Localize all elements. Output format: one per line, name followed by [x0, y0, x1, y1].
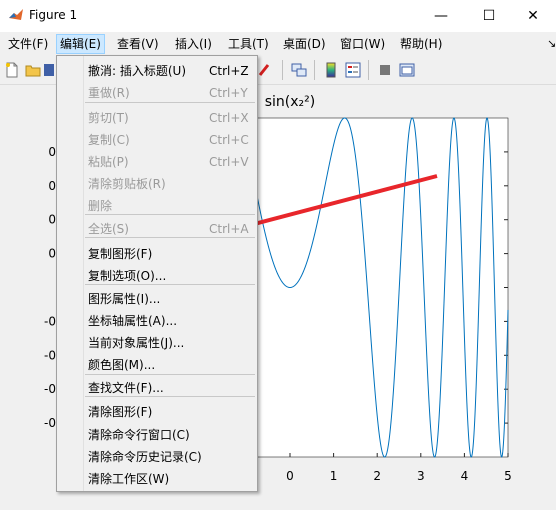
menu-item-label: 颜色图(M)...	[88, 358, 156, 372]
menu-item-label: 清除命令历史记录(C)	[88, 450, 202, 464]
new-file-icon[interactable]	[3, 61, 21, 79]
y-tick-label: 0	[48, 213, 56, 227]
menu-item[interactable]: 清除图形(F)	[57, 401, 257, 423]
menu-edit[interactable]: 编辑(E)	[56, 34, 105, 54]
menu-item-label: 粘贴(P)	[88, 155, 129, 169]
menu-window[interactable]: 窗口(W)	[337, 35, 388, 53]
y-tick-label: 0	[48, 247, 56, 261]
x-tick-label: 0	[286, 469, 294, 483]
menu-item-label: 复制图形(F)	[88, 247, 153, 261]
menu-separator	[85, 284, 255, 285]
hide-plot-tools-icon[interactable]	[376, 61, 394, 79]
x-tick-label: 4	[461, 469, 469, 483]
brush-icon[interactable]	[258, 61, 270, 79]
menu-item[interactable]: 颜色图(M)...	[57, 354, 257, 376]
menu-item-label: 撤消: 插入标题(U)	[88, 64, 187, 78]
menu-item-label: 重做(R)	[88, 86, 130, 100]
menu-item[interactable]: 图形属性(I)...	[57, 288, 257, 310]
menu-item: 清除剪贴板(R)	[57, 173, 257, 195]
menu-item: 重做(R) Ctrl+Y	[57, 82, 257, 104]
menu-item: 粘贴(P) Ctrl+V	[57, 151, 257, 173]
menu-item-label: 剪切(T)	[88, 111, 129, 125]
menu-separator	[85, 102, 255, 103]
menu-item[interactable]: 清除工作区(W)	[57, 468, 257, 490]
menu-separator	[85, 396, 255, 397]
menu-tools[interactable]: 工具(T)	[225, 35, 272, 53]
menu-item-shortcut: Ctrl+X	[209, 111, 249, 125]
y-tick-label: 0	[48, 145, 56, 159]
menu-item-shortcut: Ctrl+Y	[209, 86, 248, 100]
legend-icon[interactable]	[344, 61, 362, 79]
menu-item-shortcut: Ctrl+Z	[209, 64, 249, 78]
y-tick-label: -0	[44, 382, 56, 396]
title-bar: Figure 1 — ☐ ✕	[0, 0, 556, 32]
menu-item-shortcut: Ctrl+V	[209, 155, 249, 169]
edit-menu-dropdown: 撤消: 插入标题(U) Ctrl+Z 重做(R) Ctrl+Y 剪切(T) Ctrl+X 复…	[56, 55, 258, 492]
toolbar-separator	[368, 60, 369, 80]
menu-item-shortcut: Ctrl+C	[209, 133, 249, 147]
x-tick-label: 2	[373, 469, 381, 483]
toolbar-separator	[282, 60, 283, 80]
menu-insert[interactable]: 插入(I)	[172, 35, 215, 53]
y-tick-labels: 0 0 0 0 -0 -0 -0 -0	[44, 145, 56, 430]
menu-item-label: 图形属性(I)...	[88, 292, 161, 306]
menu-separator	[85, 237, 255, 238]
menu-item[interactable]: 复制图形(F)	[57, 243, 257, 265]
matlab-logo-icon	[8, 7, 24, 23]
maximize-button[interactable]: ☐	[466, 0, 512, 32]
menu-item-label: 清除剪贴板(R)	[88, 177, 166, 191]
menu-item-label: 复制(C)	[88, 133, 130, 147]
open-folder-icon[interactable]	[24, 61, 42, 79]
toolbar-separator	[314, 60, 315, 80]
menu-item-label: 当前对象属性(J)...	[88, 336, 185, 350]
x-tick-label: 3	[417, 469, 425, 483]
menu-item: 剪切(T) Ctrl+X	[57, 107, 257, 129]
y-tick-label: 0	[48, 179, 56, 193]
minimize-button[interactable]: —	[418, 0, 464, 32]
y-tick-label: -0	[44, 348, 56, 362]
menu-item[interactable]: 坐标轴属性(A)...	[57, 310, 257, 332]
link-plot-icon[interactable]	[290, 61, 308, 79]
x-tick-label: 5	[504, 469, 512, 483]
menu-item[interactable]: 清除命令行窗口(C)	[57, 424, 257, 446]
menu-item: 复制(C) Ctrl+C	[57, 129, 257, 151]
show-plot-tools-icon[interactable]	[398, 61, 416, 79]
menu-help[interactable]: 帮助(H)	[397, 35, 445, 53]
menu-view[interactable]: 查看(V)	[114, 35, 162, 53]
menu-item-label: 清除图形(F)	[88, 405, 153, 419]
menu-item-label: 清除工作区(W)	[88, 472, 170, 486]
menu-item[interactable]: 当前对象属性(J)...	[57, 332, 257, 354]
menu-item-label: 清除命令行窗口(C)	[88, 428, 190, 442]
window-title: Figure 1	[29, 8, 78, 22]
x-tick-labels: 0 1 2 3 4 5	[286, 453, 512, 483]
menu-separator	[85, 374, 255, 375]
chart-title: sin(x₂²)	[265, 94, 316, 110]
menu-desktop[interactable]: 桌面(D)	[280, 35, 329, 53]
save-icon[interactable]	[44, 61, 54, 79]
y-tick-label: -0	[44, 416, 56, 430]
y-tick-label: -0	[44, 314, 56, 328]
menu-bar: 文件(F) 编辑(E) 查看(V) 插入(I) 工具(T) 桌面(D) 窗口(W…	[0, 32, 556, 56]
menu-separator	[85, 214, 255, 215]
menu-item[interactable]: 清除命令历史记录(C)	[57, 446, 257, 468]
x-tick-label: 1	[330, 469, 338, 483]
menu-item-label: 坐标轴属性(A)...	[88, 314, 178, 328]
menu-file[interactable]: 文件(F)	[5, 35, 51, 53]
close-button[interactable]: ✕	[510, 0, 556, 32]
menu-item[interactable]: 撤消: 插入标题(U) Ctrl+Z	[57, 60, 257, 82]
dock-arrow-icon[interactable]: ↘	[544, 35, 556, 53]
colorbar-icon[interactable]	[322, 61, 340, 79]
